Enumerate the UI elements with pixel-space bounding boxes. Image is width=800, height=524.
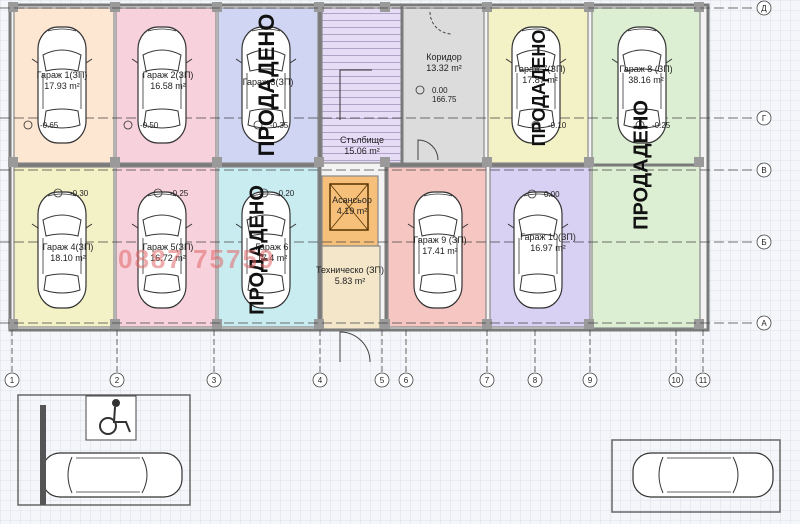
level-garage-8: -0.25 [652, 121, 671, 130]
column [584, 157, 594, 167]
right-paving [712, 0, 800, 524]
grid-axis-label: 9 [588, 376, 593, 385]
level-garage-10: 0.00 [544, 190, 560, 199]
car-parking-accessible [41, 452, 183, 498]
column [482, 319, 492, 329]
level-garage-4: -0.30 [70, 189, 89, 198]
room-area-tech: 5.83 m² [335, 276, 366, 286]
floor-plan: 1 2 3 4 5 6 7 8 9 10 11 Д Г В Б А Гараж 1(ЗП)17.93 m² -0… [0, 0, 800, 524]
room-name-garage-2: Гараж 2(ЗП) [143, 70, 194, 80]
grid-axis-label: 6 [404, 376, 409, 385]
grid-axis-label: 2 [115, 376, 120, 385]
grid-axis-label: А [761, 319, 767, 328]
room-name-garage-9: Гараж 9 (ЗП) [413, 235, 466, 245]
column [380, 2, 390, 12]
column [314, 319, 324, 329]
grid-axis-label: Б [761, 238, 766, 247]
room-area-garage-10: 16.97 m² [530, 243, 566, 253]
column [212, 319, 222, 329]
sold-stamp: ПРОДАДЕНО [254, 14, 279, 157]
column [212, 2, 222, 12]
room-area-garage-2: 16.58 m² [150, 81, 186, 91]
grid-axis-label: 7 [485, 376, 490, 385]
column [694, 157, 704, 167]
room-area-garage-4: 18.10 m² [50, 253, 86, 263]
room-area-corridor: 13.32 m² [426, 63, 462, 73]
room-name-garage-1: Гараж 1(ЗП) [37, 70, 88, 80]
column [8, 2, 18, 12]
grid-axis-label: 5 [380, 376, 385, 385]
level2-corridor: 166.75 [432, 95, 457, 104]
room-area-garage-9: 17.41 m² [422, 246, 458, 256]
column [8, 157, 18, 167]
column [212, 157, 222, 167]
column [314, 157, 324, 167]
room-name-garage-4: Гараж 4(ЗП) [43, 242, 94, 252]
room-name-elevator: Асансьор [332, 195, 372, 205]
grid-axis-label: Д [761, 4, 767, 13]
grid-axis-label: Г [762, 114, 767, 123]
grid-axis-label: 4 [318, 376, 323, 385]
column [8, 319, 18, 329]
column [694, 319, 704, 329]
room-name-tech: Техническо (ЗП) [316, 265, 384, 275]
column [584, 319, 594, 329]
column [314, 2, 324, 12]
grid-axis-label: 8 [533, 376, 538, 385]
column [482, 157, 492, 167]
column [380, 319, 390, 329]
grid-axis-label: В [761, 166, 766, 175]
column [584, 2, 594, 12]
grid-axis-label: 1 [10, 376, 15, 385]
level-corridor: 0.00 [432, 86, 448, 95]
grid-axis-label: 10 [672, 376, 681, 385]
room-name-corridor: Коридор [426, 52, 462, 62]
sold-stamp: ПРОДАДЕНО [630, 100, 652, 230]
car-parking-right [632, 452, 774, 498]
room-area-stairs: 15.06 m² [344, 146, 380, 156]
room-name-garage-10: Гараж 10(ЗП) [520, 232, 576, 242]
column [694, 2, 704, 12]
room-area-garage-8: 38.16 m² [628, 75, 664, 85]
grid-axis-label: 3 [212, 376, 217, 385]
sold-stamp: ПРОДАДЕНО [529, 30, 549, 147]
grid-axis-label: 11 [699, 376, 708, 385]
level-garage-2: -0.50 [140, 121, 159, 130]
column [110, 2, 120, 12]
column [110, 319, 120, 329]
room-tech [321, 245, 381, 331]
room-name-stairs: Стълбище [340, 135, 384, 145]
level-garage-1: -0.65 [40, 121, 59, 130]
room-name-garage-8: Гараж 8 (ЗП) [619, 64, 672, 74]
room-area-garage-1: 17.93 m² [44, 81, 80, 91]
phone-watermark: 0887 75759 [118, 244, 275, 274]
level-garage-6: -0.20 [276, 189, 295, 198]
column [110, 157, 120, 167]
column [482, 2, 492, 12]
column [380, 157, 390, 167]
room-area-elevator: 4.19 m² [337, 206, 368, 216]
level-garage-5: -0.25 [170, 189, 189, 198]
level-garage-7: -0.10 [548, 121, 567, 130]
